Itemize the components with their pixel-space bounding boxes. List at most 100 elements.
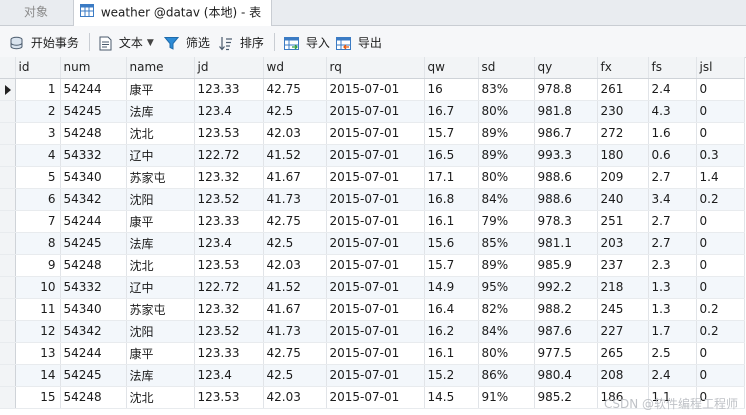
cell-qy[interactable]: 988.6 [534, 166, 598, 189]
cell-wd[interactable]: 42.75 [263, 210, 327, 233]
table-row[interactable]: 6 54342 沈阳 123.52 41.73 2015-07-01 16.8 84% 988.… [0, 188, 745, 211]
cell-fx[interactable]: 240 [597, 188, 649, 211]
cell-wd[interactable]: 42.03 [263, 254, 327, 277]
cell-fx[interactable]: 227 [597, 320, 649, 343]
cell-qw[interactable]: 16.2 [424, 320, 479, 343]
cell-fx[interactable]: 180 [597, 144, 649, 167]
row-selector[interactable] [0, 232, 16, 255]
cell-fx[interactable]: 209 [597, 166, 649, 189]
cell-jsl[interactable]: 0 [696, 254, 745, 277]
cell-jd[interactable]: 123.53 [194, 386, 264, 409]
row-selector[interactable] [0, 166, 16, 189]
cell-id[interactable]: 8 [15, 232, 61, 255]
cell-id[interactable]: 6 [15, 188, 61, 211]
table-row[interactable]: 4 54332 辽中 122.72 41.52 2015-07-01 16.5 89% 993.… [0, 144, 745, 167]
cell-num[interactable]: 54244 [60, 342, 127, 365]
cell-fx[interactable]: 237 [597, 254, 649, 277]
cell-qw[interactable]: 16.7 [424, 100, 479, 123]
row-selector[interactable] [0, 364, 16, 387]
cell-jsl[interactable]: 0 [696, 100, 745, 123]
cell-num[interactable]: 54245 [60, 100, 127, 123]
cell-num[interactable]: 54332 [60, 144, 127, 167]
cell-qy[interactable]: 977.5 [534, 342, 598, 365]
cell-jd[interactable]: 123.52 [194, 188, 264, 211]
row-selector-header[interactable] [0, 57, 16, 79]
cell-jd[interactable]: 123.53 [194, 122, 264, 145]
cell-qw[interactable]: 16.1 [424, 342, 479, 365]
cell-wd[interactable]: 42.5 [263, 100, 327, 123]
cell-qy[interactable]: 988.2 [534, 298, 598, 321]
column-header-jsl[interactable]: jsl [696, 57, 745, 79]
cell-fx[interactable]: 245 [597, 298, 649, 321]
cell-qy[interactable]: 988.6 [534, 188, 598, 211]
cell-jsl[interactable]: 0 [696, 78, 745, 101]
export-button[interactable]: 导出 [336, 32, 382, 52]
cell-name[interactable]: 沈北 [126, 386, 195, 409]
cell-sd[interactable]: 84% [478, 188, 535, 211]
cell-qy[interactable]: 978.8 [534, 78, 598, 101]
table-row[interactable]: 8 54245 法库 123.4 42.5 2015-07-01 15.6 85% 981.1 2… [0, 232, 745, 255]
cell-rq[interactable]: 2015-07-01 [326, 166, 425, 189]
sort-button[interactable]: 排序 [218, 32, 264, 52]
cell-wd[interactable]: 42.03 [263, 122, 327, 145]
cell-jsl[interactable]: 0.3 [696, 144, 745, 167]
cell-id[interactable]: 15 [15, 386, 61, 409]
cell-fs[interactable]: 2.7 [648, 210, 697, 233]
column-header-fs[interactable]: fs [648, 57, 697, 79]
row-selector[interactable] [0, 78, 16, 101]
cell-jsl[interactable]: 0 [696, 342, 745, 365]
row-selector[interactable] [0, 188, 16, 211]
row-selector[interactable] [0, 342, 16, 365]
cell-qy[interactable]: 981.8 [534, 100, 598, 123]
cell-qy[interactable]: 985.9 [534, 254, 598, 277]
cell-fx[interactable]: 203 [597, 232, 649, 255]
cell-fx[interactable]: 272 [597, 122, 649, 145]
cell-rq[interactable]: 2015-07-01 [326, 122, 425, 145]
cell-fx[interactable]: 261 [597, 78, 649, 101]
cell-rq[interactable]: 2015-07-01 [326, 276, 425, 299]
cell-name[interactable]: 苏家屯 [126, 166, 195, 189]
cell-num[interactable]: 54342 [60, 320, 127, 343]
cell-fx[interactable]: 208 [597, 364, 649, 387]
cell-id[interactable]: 14 [15, 364, 61, 387]
cell-rq[interactable]: 2015-07-01 [326, 232, 425, 255]
row-selector[interactable] [0, 320, 16, 343]
cell-rq[interactable]: 2015-07-01 [326, 188, 425, 211]
row-selector[interactable] [0, 386, 16, 409]
cell-fs[interactable]: 2.7 [648, 166, 697, 189]
cell-fs[interactable]: 2.4 [648, 78, 697, 101]
cell-id[interactable]: 2 [15, 100, 61, 123]
cell-name[interactable]: 康平 [126, 78, 195, 101]
cell-num[interactable]: 54245 [60, 232, 127, 255]
column-header-rq[interactable]: rq [326, 57, 425, 79]
cell-qw[interactable]: 16.4 [424, 298, 479, 321]
cell-qw[interactable]: 15.7 [424, 254, 479, 277]
cell-id[interactable]: 5 [15, 166, 61, 189]
table-row[interactable]: 14 54245 法库 123.4 42.5 2015-07-01 15.2 86% 980.4… [0, 364, 745, 387]
cell-qw[interactable]: 16 [424, 78, 479, 101]
cell-id[interactable]: 13 [15, 342, 61, 365]
cell-sd[interactable]: 82% [478, 298, 535, 321]
column-header-sd[interactable]: sd [478, 57, 535, 79]
cell-fs[interactable]: 2.3 [648, 254, 697, 277]
cell-sd[interactable]: 89% [478, 254, 535, 277]
cell-qy[interactable]: 987.6 [534, 320, 598, 343]
column-header-wd[interactable]: wd [263, 57, 327, 79]
cell-sd[interactable]: 85% [478, 232, 535, 255]
cell-sd[interactable]: 83% [478, 78, 535, 101]
cell-id[interactable]: 11 [15, 298, 61, 321]
row-selector[interactable] [0, 298, 16, 321]
cell-rq[interactable]: 2015-07-01 [326, 144, 425, 167]
data-grid[interactable]: id num name jd wd rq qw sd qy fx fs jsl 1 54244 康平 123… [0, 57, 746, 415]
cell-fs[interactable]: 4.3 [648, 100, 697, 123]
cell-wd[interactable]: 42.5 [263, 364, 327, 387]
cell-qy[interactable]: 978.3 [534, 210, 598, 233]
cell-rq[interactable]: 2015-07-01 [326, 298, 425, 321]
cell-jsl[interactable]: 0 [696, 276, 745, 299]
table-row[interactable]: 12 54342 沈阳 123.52 41.73 2015-07-01 16.2 84% 987… [0, 320, 745, 343]
cell-id[interactable]: 10 [15, 276, 61, 299]
cell-fs[interactable]: 1.6 [648, 122, 697, 145]
cell-qw[interactable]: 17.1 [424, 166, 479, 189]
cell-qw[interactable]: 15.6 [424, 232, 479, 255]
cell-qw[interactable]: 14.5 [424, 386, 479, 409]
